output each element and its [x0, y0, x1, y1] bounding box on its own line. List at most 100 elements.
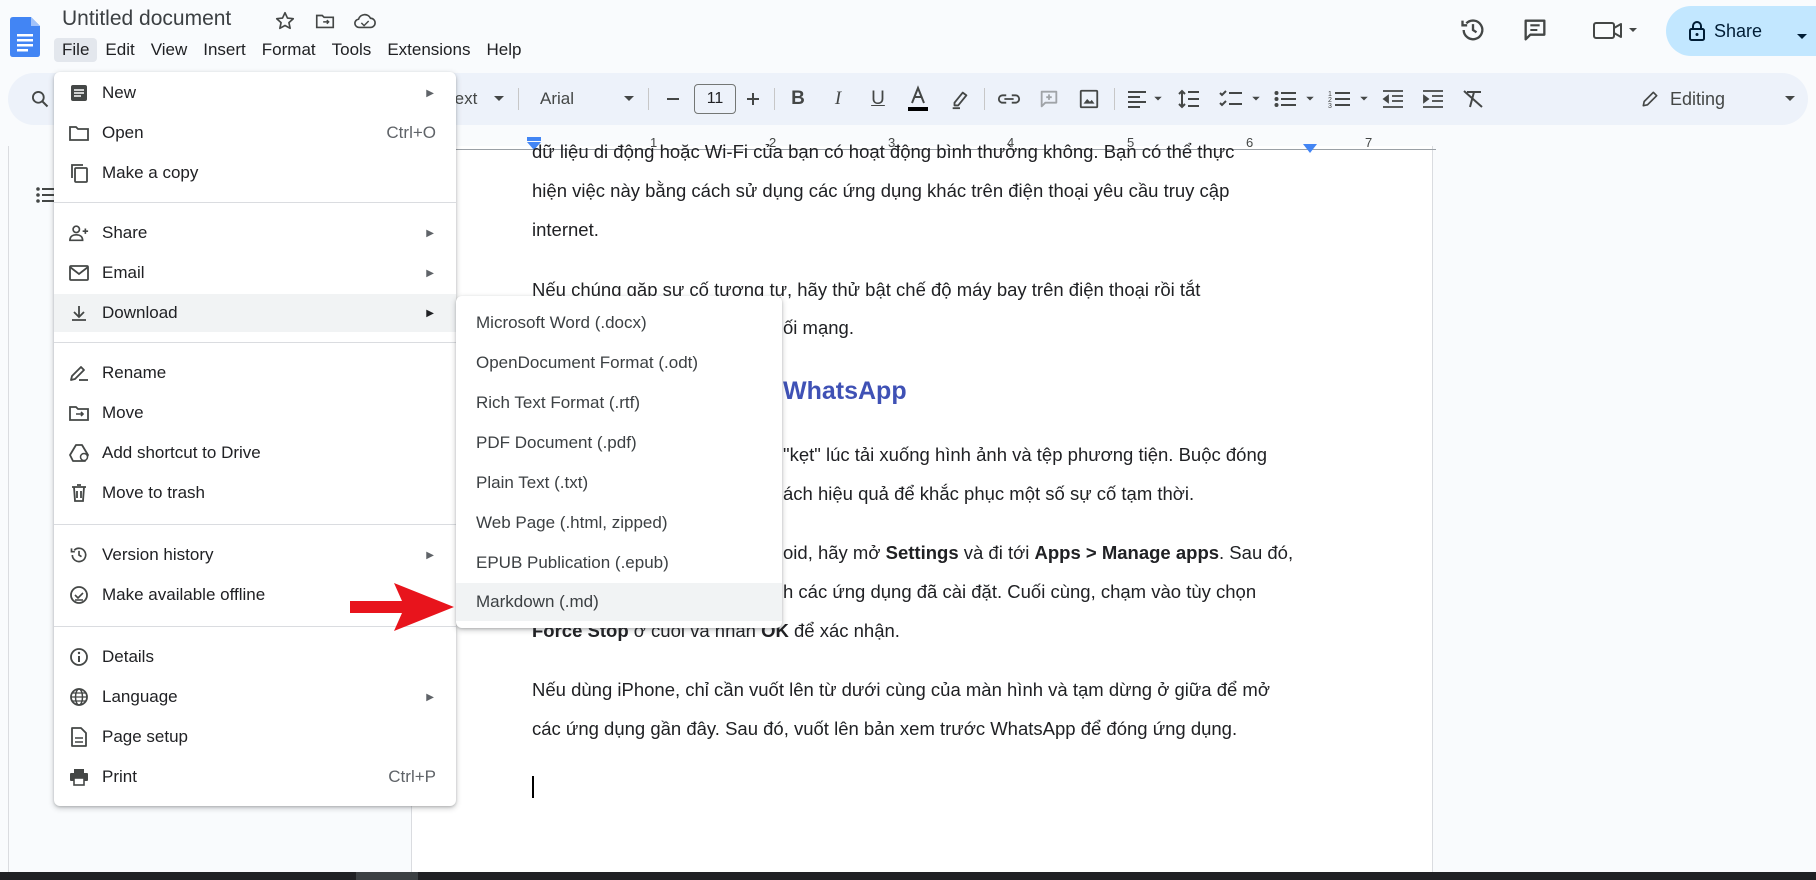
download-html[interactable]: Web Page (.html, zipped)	[456, 504, 782, 542]
info-icon	[69, 647, 89, 667]
menu-help[interactable]: Help	[478, 38, 529, 62]
font-family-dropdown[interactable]: Arial	[540, 73, 600, 125]
add-comment-icon[interactable]	[1034, 73, 1064, 125]
file-menu-rename[interactable]: Rename	[54, 354, 456, 392]
style-dropdown-arrow-icon[interactable]	[490, 73, 508, 125]
ruler-number: 6	[1246, 135, 1254, 150]
doc-heading: WhatsApp	[783, 377, 907, 405]
doc-line: Nếu dùng iPhone, chỉ cần vuốt lên từ dướ…	[532, 679, 1270, 700]
doc-line: các ứng dụng gần đây. Sau đó, vuốt lên b…	[532, 718, 1238, 739]
bold-icon[interactable]: B	[784, 73, 812, 125]
meet-call-icon[interactable]	[1588, 12, 1644, 48]
file-menu-language[interactable]: Language ▶	[54, 678, 456, 716]
align-left-icon[interactable]	[1124, 73, 1150, 125]
file-menu-print[interactable]: Print Ctrl+P	[54, 758, 456, 796]
drive-shortcut-icon	[69, 443, 89, 463]
menu-extensions[interactable]: Extensions	[379, 38, 478, 62]
editing-label: Editing	[1670, 88, 1726, 109]
download-pdf[interactable]: PDF Document (.pdf)	[456, 424, 782, 462]
file-menu-add-shortcut[interactable]: Add shortcut to Drive	[54, 434, 456, 472]
doc-line: h các ứng dụng đã cài đặt. Cuối cùng, ch…	[783, 581, 1257, 602]
download-odt[interactable]: OpenDocument Format (.odt)	[456, 344, 782, 382]
red-arrow-annotation	[350, 581, 456, 638]
version-history-icon[interactable]	[1456, 12, 1490, 48]
download-txt[interactable]: Plain Text (.txt)	[456, 464, 782, 502]
insert-image-icon[interactable]	[1074, 73, 1104, 125]
pencil-icon	[1640, 89, 1660, 109]
align-dropdown-icon[interactable]	[1150, 73, 1166, 125]
text-cursor	[532, 776, 534, 798]
share-label: Share	[1714, 20, 1763, 41]
font-dropdown-arrow-icon[interactable]	[620, 73, 638, 125]
download-markdown[interactable]: Markdown (.md)	[456, 583, 782, 621]
doc-line: "kẹt" lúc tải xuống hình ảnh và tệp phươ…	[783, 444, 1268, 465]
insert-link-icon[interactable]	[994, 73, 1024, 125]
submenu-arrow-icon: ▶	[426, 691, 434, 703]
paragraph-style-dropdown[interactable]: ext	[452, 73, 480, 125]
file-menu-download[interactable]: Download ▶	[54, 294, 456, 332]
checklist-dropdown-icon[interactable]	[1248, 73, 1264, 125]
file-menu-open[interactable]: Open Ctrl+O	[54, 114, 456, 152]
file-menu-trash[interactable]: Move to trash	[54, 474, 456, 512]
editing-mode-dropdown[interactable]: Editing	[1640, 73, 1800, 125]
page-icon	[69, 727, 89, 747]
person-add-icon	[69, 223, 89, 243]
italic-icon[interactable]: I	[824, 73, 852, 125]
download-submenu: Microsoft Word (.docx) OpenDocument Form…	[456, 296, 782, 628]
increase-font-size-icon[interactable]	[740, 73, 766, 125]
trash-icon	[69, 483, 89, 503]
search-menus-icon[interactable]	[26, 73, 54, 125]
file-menu-details[interactable]: Details	[54, 638, 456, 676]
star-icon[interactable]	[272, 8, 298, 34]
numbered-list-dropdown-icon[interactable]	[1356, 73, 1372, 125]
menu-view[interactable]: View	[143, 38, 196, 62]
file-menu-version-history[interactable]: Version history ▶	[54, 536, 456, 574]
history-icon	[69, 545, 89, 565]
increase-indent-icon[interactable]	[1418, 73, 1448, 125]
bulleted-list-icon[interactable]	[1270, 73, 1300, 125]
underline-icon[interactable]: U	[864, 73, 892, 125]
decrease-indent-icon[interactable]	[1378, 73, 1408, 125]
docs-logo-icon[interactable]	[10, 17, 40, 62]
file-menu-move[interactable]: Move	[54, 394, 456, 432]
doc-line: ối mạng.	[783, 317, 854, 338]
numbered-list-icon[interactable]: 123	[1324, 73, 1354, 125]
file-menu-make-copy[interactable]: Make a copy	[54, 154, 456, 192]
comments-icon[interactable]	[1518, 12, 1552, 48]
doc-line: hiện việc này bằng cách sử dụng các ứng …	[532, 180, 1230, 201]
menu-tools[interactable]: Tools	[324, 38, 380, 62]
file-menu-email[interactable]: Email ▶	[54, 254, 456, 292]
offline-icon	[69, 585, 89, 605]
file-menu-page-setup[interactable]: Page setup	[54, 718, 456, 756]
file-menu: New ▶ Open Ctrl+O Make a copy Share ▶ Em…	[54, 72, 456, 806]
menu-insert[interactable]: Insert	[195, 38, 254, 62]
download-epub[interactable]: EPUB Publication (.epub)	[456, 544, 782, 582]
share-dropdown-icon[interactable]	[1796, 28, 1808, 46]
font-size-input[interactable]: 11	[694, 84, 736, 114]
right-indent-marker-icon[interactable]	[1302, 141, 1318, 159]
download-docx[interactable]: Microsoft Word (.docx)	[456, 304, 782, 342]
doc-line: dữ liệu di động hoặc Wi-Fi của bạn có ho…	[532, 141, 1235, 162]
download-rtf[interactable]: Rich Text Format (.rtf)	[456, 384, 782, 422]
file-menu-share[interactable]: Share ▶	[54, 214, 456, 252]
editing-dropdown-icon	[1784, 95, 1796, 103]
document-title[interactable]: Untitled document	[62, 7, 231, 31]
font-name: Arial	[540, 89, 575, 108]
checklist-icon[interactable]	[1216, 73, 1246, 125]
decrease-font-size-icon[interactable]	[660, 73, 686, 125]
share-button[interactable]: Share	[1666, 6, 1816, 56]
menu-edit[interactable]: Edit	[97, 38, 142, 62]
menu-file[interactable]: File	[54, 38, 98, 62]
highlight-color-icon[interactable]	[946, 73, 974, 125]
rename-icon	[69, 363, 89, 383]
bulleted-list-dropdown-icon[interactable]	[1302, 73, 1318, 125]
lock-icon	[1688, 21, 1706, 41]
text-color-icon[interactable]	[904, 73, 932, 125]
cloud-saved-icon[interactable]	[352, 8, 378, 34]
line-spacing-icon[interactable]	[1176, 73, 1202, 125]
menu-format[interactable]: Format	[254, 38, 324, 62]
document-icon	[69, 83, 89, 103]
file-menu-new[interactable]: New ▶	[54, 74, 456, 112]
clear-formatting-icon[interactable]	[1458, 73, 1488, 125]
move-folder-icon[interactable]	[312, 8, 338, 34]
